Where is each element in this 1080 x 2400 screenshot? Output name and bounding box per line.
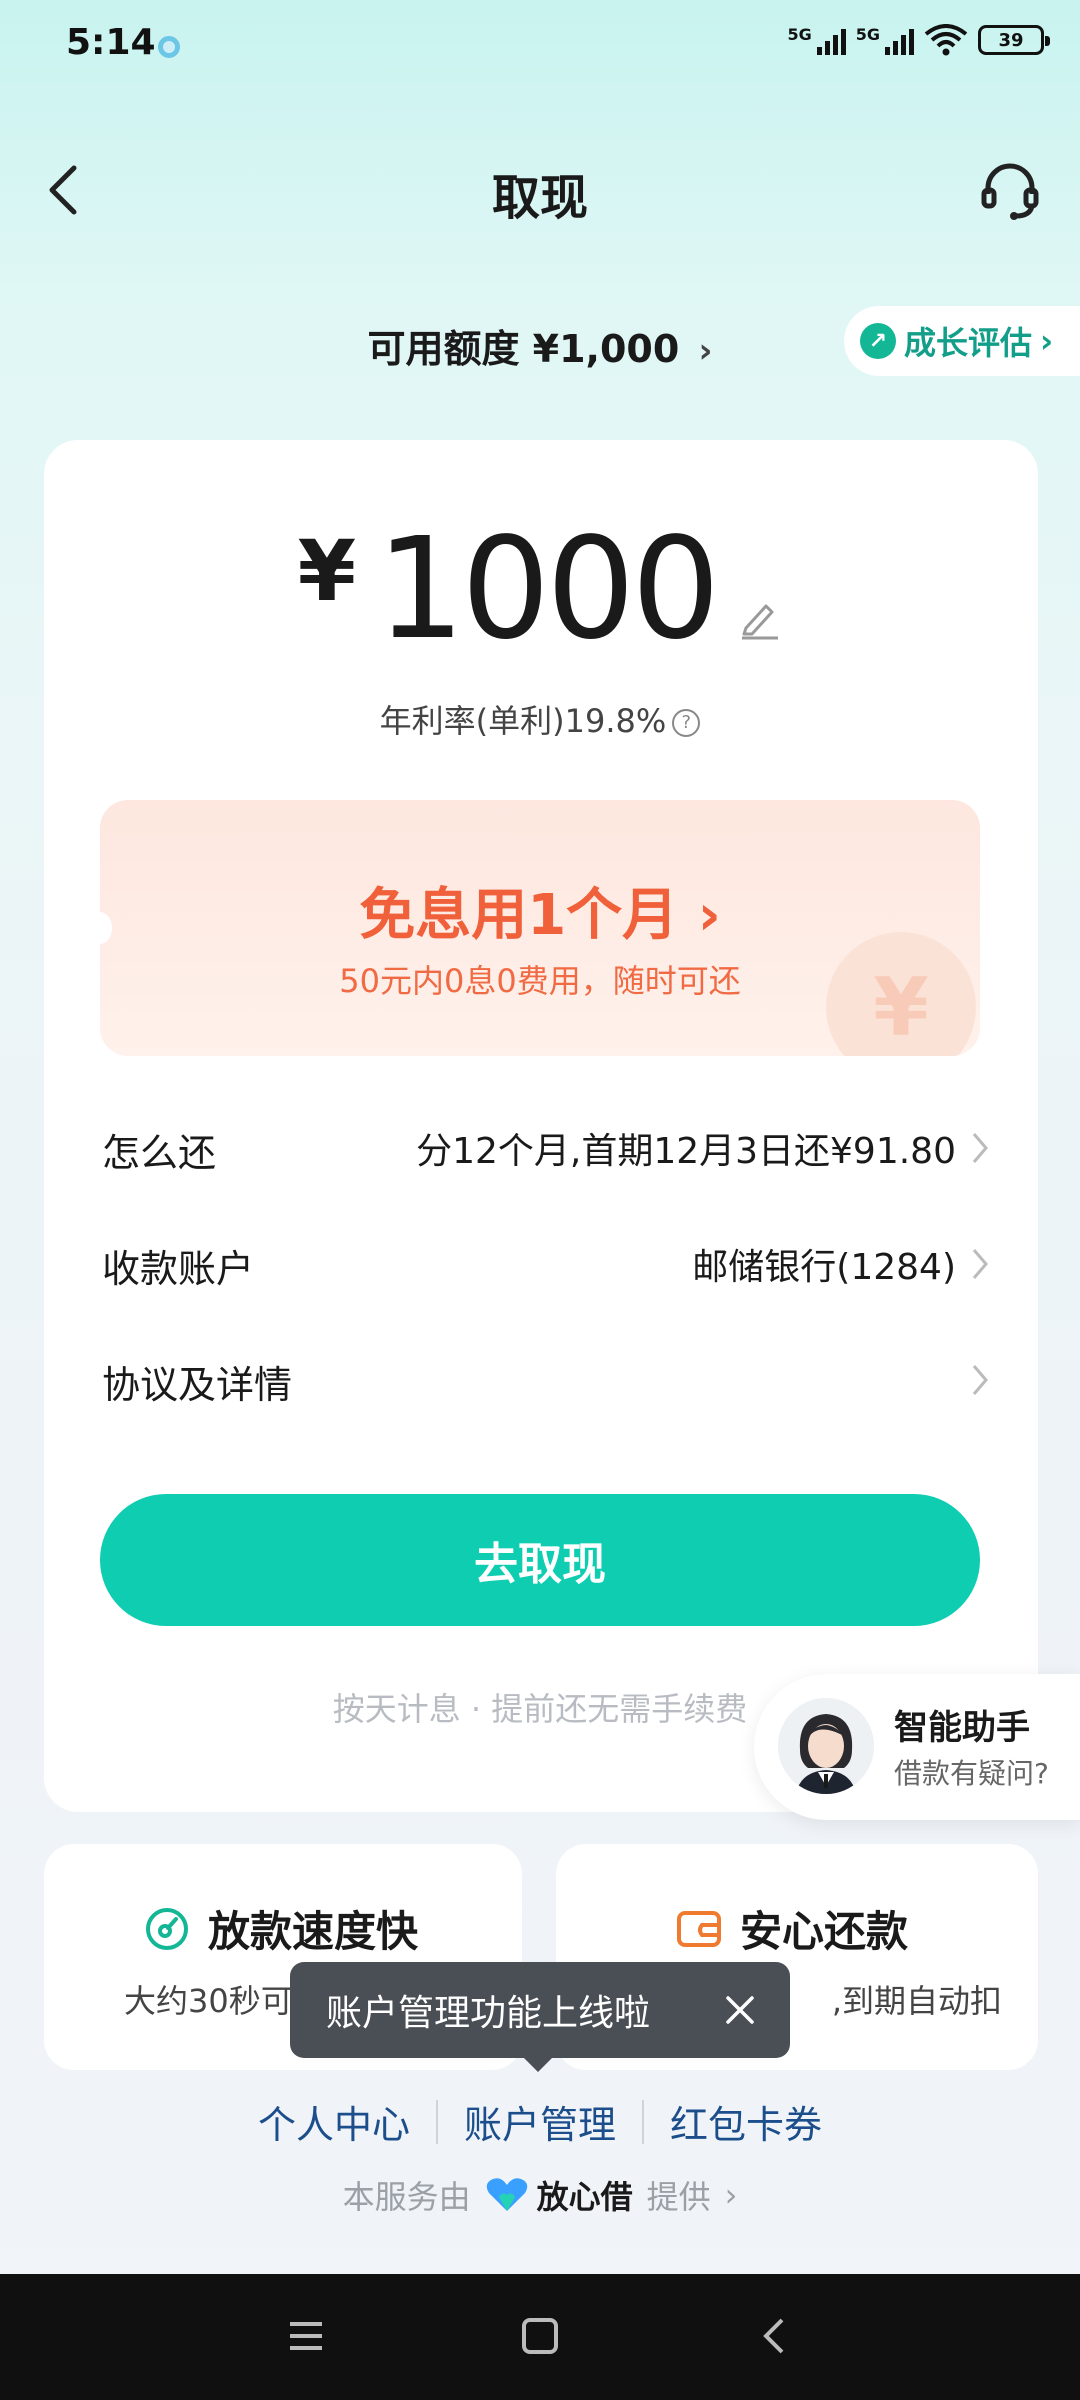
annual-rate-text: 年利率(单利)19.8% bbox=[379, 702, 667, 740]
wifi-icon bbox=[924, 24, 968, 56]
service-provider[interactable]: 本服务由 放心借 提供 › bbox=[0, 2172, 1080, 2218]
headset-icon[interactable] bbox=[978, 158, 1042, 222]
chevron-right-icon: › bbox=[698, 331, 713, 371]
feature-title: 放款速度快 bbox=[144, 1898, 418, 1959]
home-icon[interactable] bbox=[520, 2316, 560, 2356]
back-nav-icon[interactable] bbox=[756, 2316, 796, 2356]
chevron-right-icon: › bbox=[1040, 322, 1054, 360]
growth-assessment-label: 成长评估 bbox=[904, 324, 1033, 362]
interest-free-banner[interactable]: ¥ 免息用1个月 › 50元内0息0费用，随时可还 bbox=[100, 800, 980, 1056]
repayment-plan-value[interactable]: 分12个月,首期12月3日还¥91.80 bbox=[416, 1122, 956, 1174]
amount-display: ¥ 1000 bbox=[0, 520, 1080, 660]
available-quota-label: 可用额度 ¥1,000 bbox=[367, 327, 680, 371]
withdraw-amount[interactable]: 1000 bbox=[376, 520, 720, 660]
toast-tooltip: 账户管理功能上线啦 bbox=[290, 1962, 790, 2058]
divider bbox=[435, 2099, 438, 2144]
annual-rate: 年利率(单利)19.8%? bbox=[0, 696, 1080, 742]
chevron-right-icon: › bbox=[697, 883, 721, 948]
assistant-avatar bbox=[778, 1698, 874, 1794]
feature-subtitle: 大约30秒可 bbox=[124, 1982, 293, 2020]
link-account-management[interactable]: 账户管理 bbox=[464, 2094, 616, 2149]
divider bbox=[642, 2099, 644, 2144]
chevron-right-icon[interactable] bbox=[968, 1360, 992, 1400]
arrow-up-icon: ↗ bbox=[860, 323, 896, 359]
assistant-subtitle: 借款有疑问? bbox=[894, 1757, 1049, 1790]
chevron-right-icon[interactable] bbox=[968, 1244, 992, 1284]
help-icon[interactable]: ? bbox=[672, 709, 701, 737]
receiving-account-label: 收款账户 bbox=[102, 1247, 255, 1291]
battery-icon: 39 bbox=[978, 25, 1050, 55]
menu-icon[interactable] bbox=[286, 2316, 326, 2356]
edit-icon[interactable] bbox=[738, 596, 782, 640]
status-icons: 5G 5G 39 bbox=[787, 24, 1050, 56]
promo-subtitle: 50元内0息0费用，随时可还 bbox=[339, 962, 741, 1000]
currency-symbol: ¥ bbox=[297, 522, 357, 620]
wallet-icon bbox=[677, 1910, 721, 1947]
chevron-right-icon: › bbox=[724, 2176, 738, 2214]
signal-icon: 5G bbox=[787, 25, 846, 55]
link-coupons[interactable]: 红包卡券 bbox=[670, 2094, 822, 2149]
system-navigation-bar bbox=[0, 2274, 1080, 2400]
provider-brand: 放心借 bbox=[485, 2172, 633, 2218]
notification-icon bbox=[158, 36, 180, 58]
toast-arrow bbox=[522, 2056, 554, 2072]
smart-assistant[interactable]: 智能助手 借款有疑问? bbox=[754, 1674, 1080, 1820]
chevron-right-icon[interactable] bbox=[968, 1128, 992, 1168]
assistant-title: 智能助手 bbox=[894, 1708, 1030, 1748]
signal-icon: 5G bbox=[856, 25, 914, 55]
repayment-plan-label: 怎么还 bbox=[102, 1131, 217, 1175]
agreement-details-label[interactable]: 协议及详情 bbox=[102, 1354, 292, 1409]
receiving-account-value[interactable]: 邮储银行(1284) bbox=[692, 1238, 956, 1290]
page-title: 取现 bbox=[491, 170, 588, 226]
growth-assessment-button[interactable]: ↗ 成长评估 › bbox=[844, 306, 1080, 376]
link-personal-center[interactable]: 个人中心 bbox=[258, 2094, 410, 2149]
toast-text: 账户管理功能上线啦 bbox=[326, 1993, 651, 2034]
heart-logo-icon bbox=[486, 2178, 527, 2211]
feature-subtitle: ,到期自动扣 bbox=[831, 1982, 1002, 2020]
promo-title: 免息用1个月 › bbox=[359, 883, 721, 948]
bottom-links: 个人中心 账户管理 红包卡券 bbox=[0, 2094, 1080, 2149]
close-icon[interactable] bbox=[720, 1990, 760, 2030]
status-time: 5:14 bbox=[66, 22, 156, 63]
speedometer-icon bbox=[146, 1907, 188, 1950]
provider-suffix: 提供 bbox=[646, 2178, 711, 2216]
feature-title: 安心还款 bbox=[676, 1898, 908, 1959]
battery-level: 39 bbox=[998, 29, 1024, 51]
provider-prefix: 本服务由 bbox=[342, 2178, 471, 2216]
withdraw-button[interactable]: 去取现 bbox=[100, 1494, 980, 1626]
